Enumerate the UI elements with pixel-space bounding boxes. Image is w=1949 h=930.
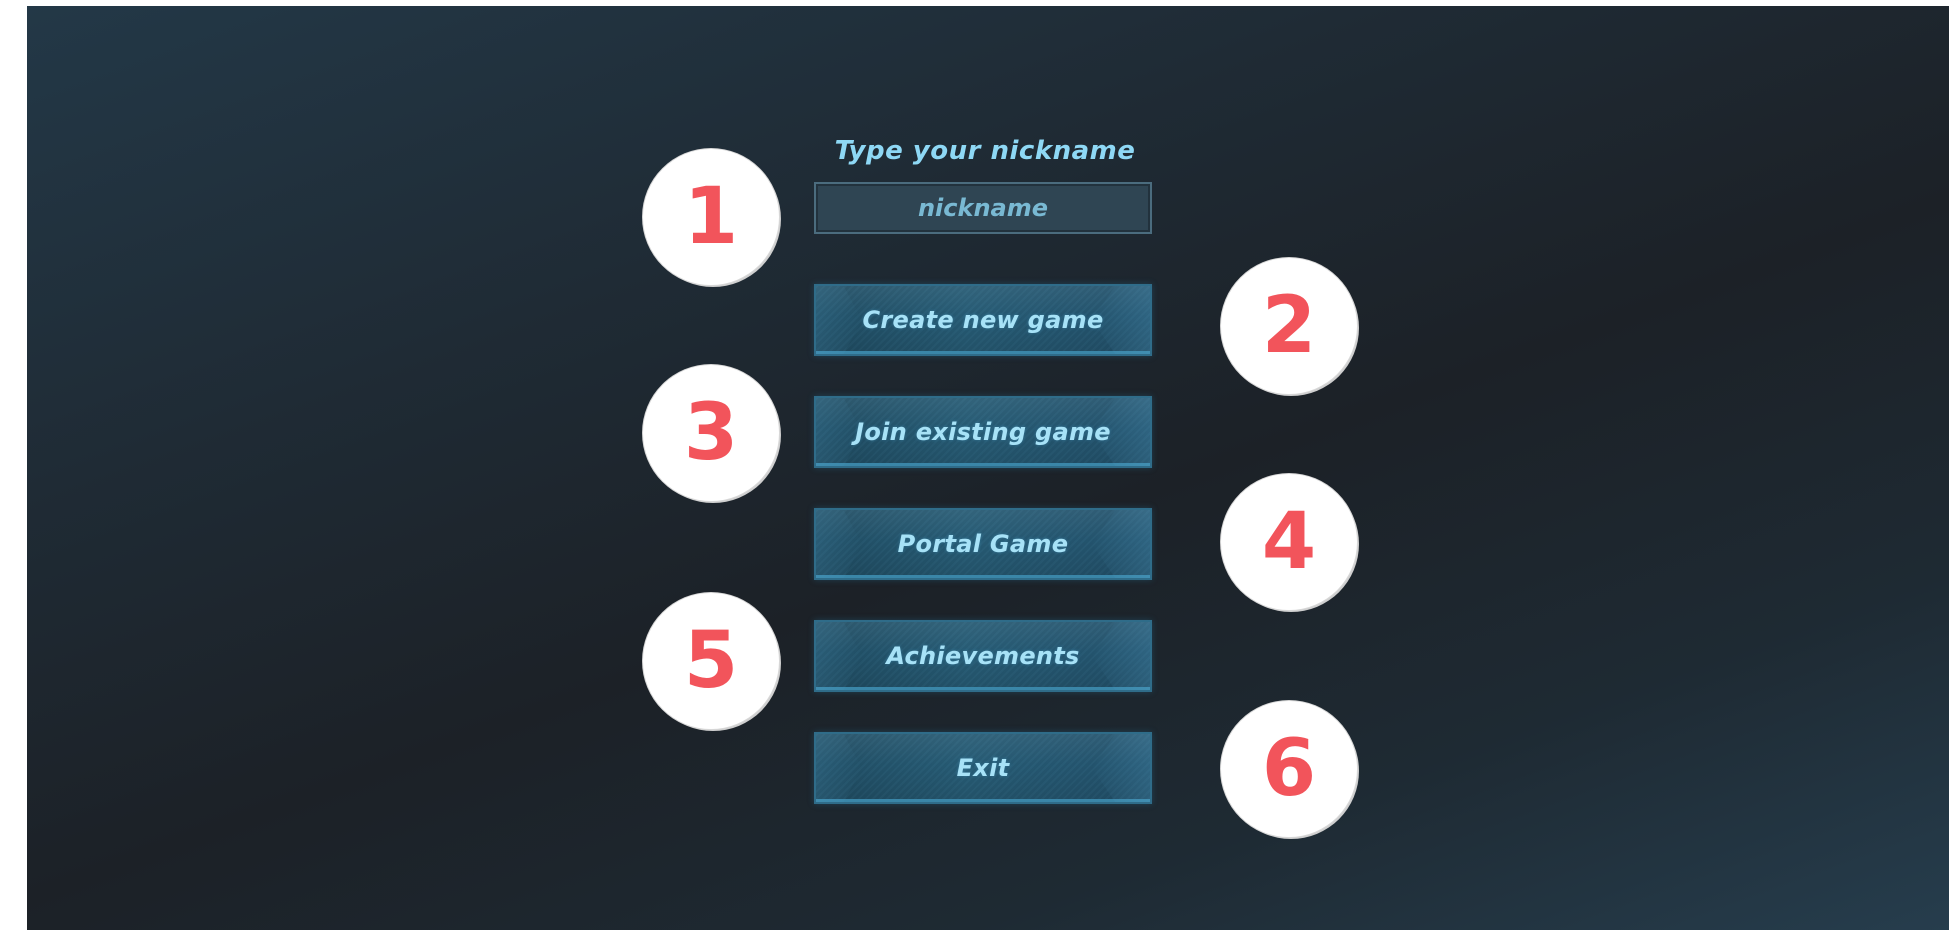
exit-label: Exit: [956, 754, 1010, 782]
nickname-prompt-title: Type your nickname: [834, 136, 1136, 166]
marker-badge-3: 3: [643, 365, 779, 501]
create-new-game-label: Create new game: [862, 306, 1104, 334]
nickname-input[interactable]: [816, 184, 1150, 232]
marker-badge-2: 2: [1221, 258, 1357, 394]
marker-badge-4: 4: [1221, 474, 1357, 610]
create-new-game-button[interactable]: Create new game: [814, 284, 1152, 356]
nickname-field[interactable]: [814, 182, 1152, 234]
game-main-menu-screen: Type your nickname Create new game Join …: [27, 6, 1949, 930]
marker-badge-1: 1: [643, 149, 779, 285]
marker-badge-5: 5: [643, 593, 779, 729]
portal-game-label: Portal Game: [897, 530, 1069, 558]
achievements-button[interactable]: Achievements: [814, 620, 1152, 692]
join-existing-game-button[interactable]: Join existing game: [814, 396, 1152, 468]
portal-game-button[interactable]: Portal Game: [814, 508, 1152, 580]
marker-badge-6: 6: [1221, 701, 1357, 837]
achievements-label: Achievements: [886, 642, 1080, 670]
join-existing-game-label: Join existing game: [855, 418, 1111, 446]
exit-button[interactable]: Exit: [814, 732, 1152, 804]
